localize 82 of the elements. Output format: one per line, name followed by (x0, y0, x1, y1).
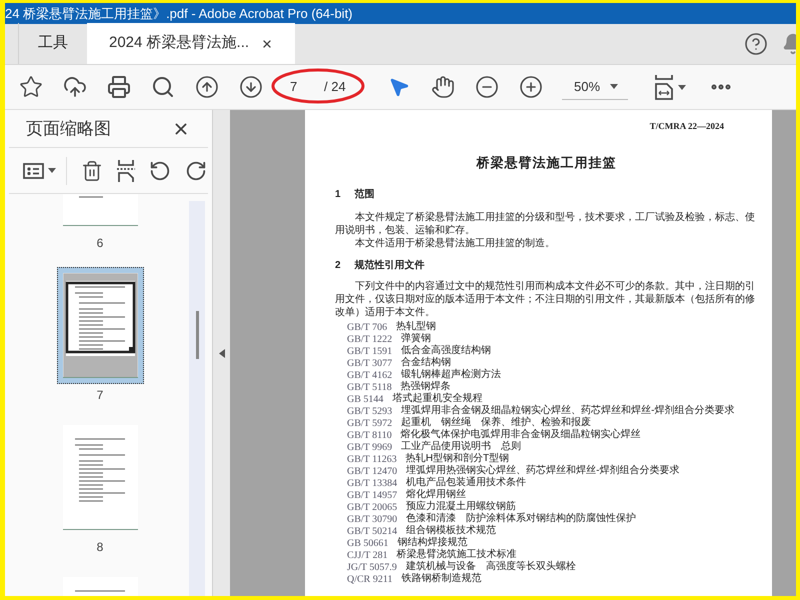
help-icon[interactable] (744, 32, 768, 56)
scrollbar-thumb[interactable] (196, 311, 198, 359)
body-paragraph: 本文件适用于桥梁悬臂法施工用挂篮的制造。 (354, 237, 556, 250)
reference-title: 埋弧焊用热强钢实心焊丝、药芯焊丝和焊丝-焊剂组合分类要求 (406, 465, 680, 476)
reference-code: GB/T 11263 (347, 452, 397, 466)
page-number-value: 7 (290, 78, 298, 96)
reference-title: 预应力混凝土用螺纹钢筋 (406, 501, 516, 512)
reference-code: GB/T 5118 (347, 380, 392, 394)
reference-title: 热轧型钢 (396, 321, 436, 332)
reference-code: JG/T 5057.9 (347, 560, 397, 574)
section-heading: 规范性引用文件 (354, 260, 425, 272)
document-title: 桥梁悬臂法施工用挂篮 (476, 154, 616, 171)
thumbnail-options-button[interactable] (23, 156, 67, 184)
panel-title: 页面缩略图 (26, 118, 111, 140)
reference-code: GB/T 50214 (347, 524, 398, 538)
section-heading: 范围 (354, 189, 375, 201)
reference-code: GB/T 4162 (347, 368, 392, 382)
caret-icon (678, 84, 686, 90)
page-number-field[interactable]: 7 (280, 75, 324, 99)
reference-code: GB 5144 (347, 392, 384, 406)
reference-title: 桥梁悬臂浇筑施工技术标准 (396, 549, 517, 560)
collapse-panel-icon[interactable] (218, 348, 224, 358)
reference-title: 热轧H型钢和剖分T型钢 (406, 453, 510, 464)
reference-code: GB/T 1591 (347, 344, 392, 358)
caret-icon (48, 168, 56, 173)
reference-code: GB/T 5293 (347, 404, 392, 418)
reference-title: 弹簧钢 (401, 333, 432, 345)
tab-label: 2024 桥梁悬臂法施... (109, 33, 250, 54)
reference-title: 熔化极气体保护电弧焊用非合金钢及细晶粒钢实心焊丝 (400, 429, 641, 440)
reference-title: 锻轧钢棒超声检测方法 (401, 369, 502, 381)
rotate-clockwise-icon[interactable] (185, 160, 207, 182)
reference-code: Q/CR 9211 (347, 572, 392, 586)
delete-icon[interactable] (81, 160, 103, 182)
tab-label: 工具 (38, 33, 68, 54)
reference-title: 组合钢模板技术规范 (406, 525, 496, 536)
reference-code: GB 50661 (347, 536, 388, 550)
reference-title: 工业产品使用说明书 总则 (401, 441, 522, 452)
list-options-icon (23, 162, 44, 178)
page-thumbnail-frame[interactable] (56, 267, 144, 384)
reference-title: 色漆和清漆 防护涂料体系对钢结构的防腐蚀性保护 (406, 513, 636, 524)
tab[interactable]: 2024 桥梁悬臂法施... (87, 23, 296, 64)
reference-title: 熔化焊用钢丝 (406, 489, 466, 500)
reference-code: GB/T 1222 (347, 332, 392, 346)
tab[interactable]: 工具 (19, 23, 87, 64)
body-paragraph: 下列文件中的内容通过文中的规范性引用而构成本文件必不可少的条款。其中，注日期的引用文件，仅该日期对应的版本适用于本文件；不注日期的引用文件，其最新版本（包括所有的修改单）适用于本文件。 (335, 280, 756, 319)
reference-title: 合金结构钢 (401, 357, 452, 368)
reference-title: 塔式起重机安全规程 (392, 393, 482, 404)
caret-icon (610, 84, 618, 89)
reference-code: GB/T 8110 (347, 428, 392, 442)
close-icon[interactable] (261, 38, 274, 50)
page-number-label: 6 (96, 235, 104, 250)
page-fit-button[interactable] (654, 72, 686, 102)
page-number-label: 7 (96, 387, 104, 402)
body-paragraph: 本文件规定了桥梁悬臂法施工用挂篮的分级和型号，技术要求，工厂试验及检验，标志、使用说明书，包装、运输和贮存。 (335, 211, 756, 237)
reference-title: 低合金高强度结构钢 (401, 345, 492, 356)
reference-code: GB/T 706 (347, 320, 388, 334)
page-total: / 24 (324, 78, 346, 96)
reference-title: 钢结构焊接规范 (397, 537, 468, 548)
reference-title: 热强钢焊条 (400, 381, 451, 392)
reference-title: 埋弧焊用非合金钢及细晶粒钢实心焊丝、药芯焊丝和焊丝-焊剂组合分类要求 (401, 405, 734, 416)
reference-code: CJJ/T 281 (347, 548, 388, 562)
reference-title: 机电产品包装通用技术条件 (406, 477, 526, 488)
reference-code: GB/T 14957 (347, 488, 398, 502)
reference-code: GB/T 5972 (347, 416, 392, 430)
reference-code: GB/T 20065 (347, 500, 398, 514)
reference-title: 建筑机械与设备 高强度等长双头螺栓 (406, 561, 576, 572)
zoom-dropdown[interactable]: 50% (562, 74, 628, 100)
reference-title: 铁路钢桥制造规范 (401, 573, 482, 585)
standard-number: T/CMRA 22—2024 (650, 120, 724, 132)
reference-code: GB/T 9969 (347, 440, 392, 454)
reference-code: GB/T 13384 (347, 476, 398, 490)
extract-pages-icon[interactable] (117, 160, 135, 182)
reference-code: GB/T 30790 (347, 512, 398, 526)
section-number: 2 (335, 260, 341, 272)
reference-title: 起重机 钢丝绳 保养、维护、检验和报废 (401, 417, 592, 428)
rotate-counterclockwise-icon[interactable] (149, 160, 171, 182)
reference-code: GB/T 12470 (347, 464, 398, 478)
section-number: 1 (335, 189, 341, 201)
window-title: 24 桥梁悬臂法施工用挂篮》.pdf - Adobe Acrobat Pro (64-bit) (5, 4, 353, 23)
page-fit-icon (654, 74, 674, 100)
page-number-label: 8 (96, 539, 104, 554)
reference-code: GB/T 3077 (347, 356, 392, 370)
